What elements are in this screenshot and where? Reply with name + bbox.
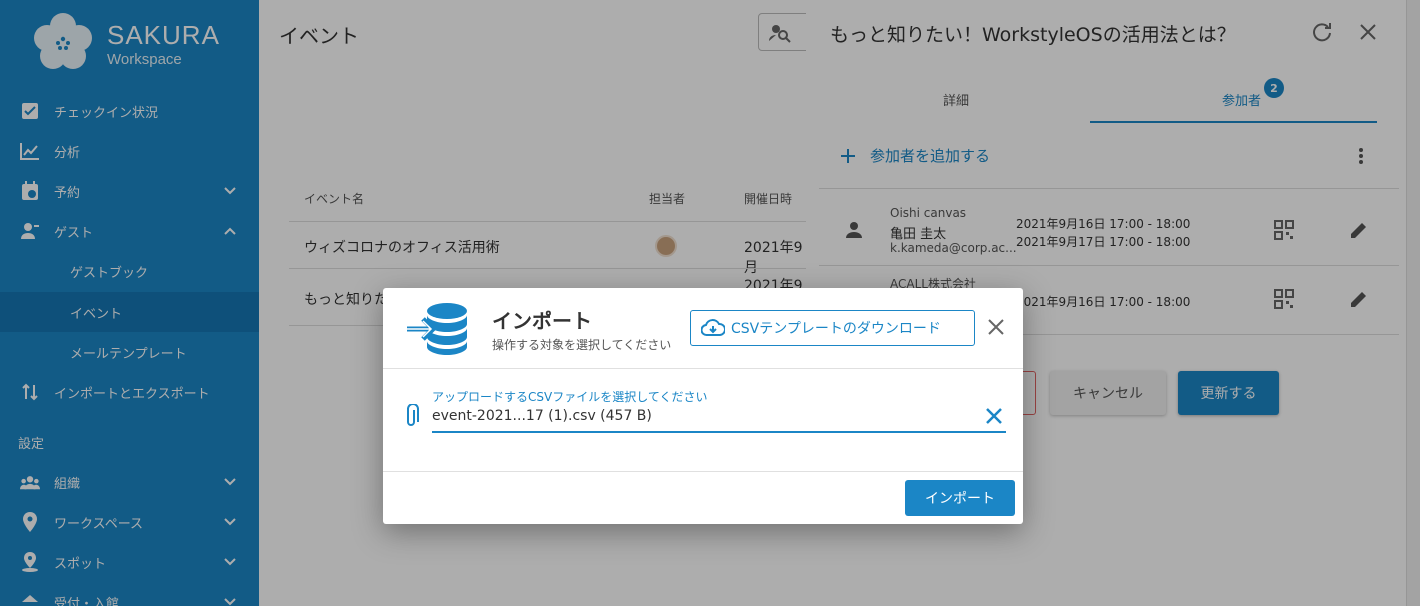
clear-icon[interactable] <box>984 406 1004 426</box>
divider <box>383 368 1023 369</box>
dialog-subtitle: 操作する対象を選択してください <box>492 338 672 352</box>
download-template-button[interactable]: CSVテンプレートのダウンロード <box>690 310 975 346</box>
attachment-icon <box>407 404 419 426</box>
database-import-icon <box>407 303 467 355</box>
close-icon[interactable] <box>985 316 1007 338</box>
dialog-title: インポート <box>492 309 592 333</box>
import-button[interactable]: インポート <box>905 480 1015 516</box>
download-template-label: CSVテンプレートのダウンロード <box>731 321 941 337</box>
file-field-label: アップロードするCSVファイルを選択してください <box>432 390 708 404</box>
cloud-download-icon <box>701 319 725 336</box>
import-dialog: インポート 操作する対象を選択してください CSVテンプレートのダウンロード ア… <box>383 288 1023 524</box>
file-input[interactable]: event-2021...17 (1).csv (457 B) <box>432 408 652 424</box>
divider <box>383 471 1023 472</box>
file-input-underline <box>432 431 1006 433</box>
